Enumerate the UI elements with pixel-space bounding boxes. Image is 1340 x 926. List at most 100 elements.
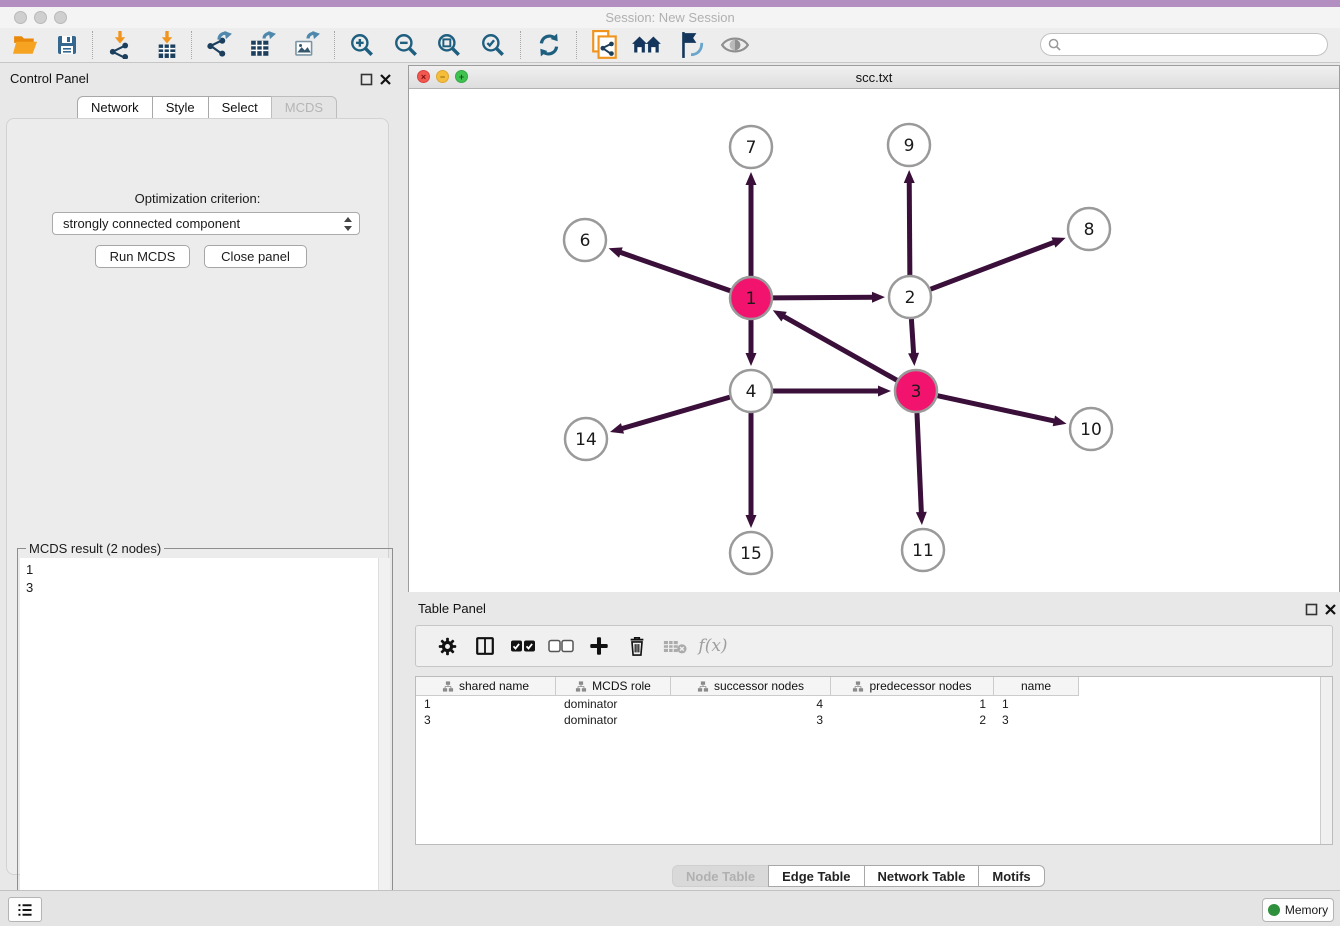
edge-4-14[interactable] <box>620 397 730 429</box>
zoom-out-icon[interactable] <box>387 29 425 61</box>
tab-network-table[interactable]: Network Table <box>864 865 979 887</box>
app-titlebar: Session: New Session <box>0 7 1340 28</box>
cell-predecessor-nodes[interactable]: 2 <box>831 712 994 728</box>
toolbar-separator <box>92 31 93 59</box>
node-table[interactable]: shared name MCDS rolesuccessor nodesprede… <box>415 676 1333 845</box>
clone-network-style-icon[interactable] <box>586 29 624 61</box>
arrowhead-icon <box>610 423 624 434</box>
columns-icon[interactable] <box>466 633 504 659</box>
close-panel-icon[interactable] <box>379 73 392 86</box>
table-tabs: Node TableEdge TableNetwork TableMotifs <box>672 865 1045 887</box>
unselect-all-icon[interactable] <box>542 633 580 659</box>
select-all-icon[interactable] <box>504 633 542 659</box>
edge-3-1[interactable] <box>781 315 896 380</box>
column-header-predecessor-nodes[interactable]: predecessor nodes <box>831 677 994 696</box>
column-header-shared-name[interactable]: shared name <box>416 677 556 696</box>
search-field[interactable] <box>1040 33 1328 56</box>
criterion-dropdown-value: strongly connected component <box>63 216 240 231</box>
node-label-11: 11 <box>912 541 934 561</box>
zoom-in-icon[interactable] <box>343 29 381 61</box>
node-label-6: 6 <box>580 231 591 251</box>
table-row[interactable]: 1dominator411 <box>416 696 1332 712</box>
export-table-icon[interactable] <box>244 29 282 61</box>
column-header-MCDS-role[interactable]: MCDS role <box>556 677 671 696</box>
tab-edge-table[interactable]: Edge Table <box>768 865 863 887</box>
node-label-3: 3 <box>911 382 922 402</box>
open-folder-icon[interactable] <box>6 29 44 61</box>
save-icon[interactable] <box>48 29 86 61</box>
control-panel-tabs: NetworkStyleSelectMCDS <box>77 96 337 119</box>
network-window-titlebar[interactable]: × − + scc.txt <box>409 66 1339 89</box>
edge-1-6[interactable] <box>618 252 730 291</box>
memory-button[interactable]: Memory <box>1262 898 1334 922</box>
cell-shared-name[interactable]: 1 <box>416 696 556 712</box>
cell-MCDS-role[interactable]: dominator <box>556 712 671 728</box>
cell-name[interactable]: 1 <box>994 696 1079 712</box>
toolbar-separator <box>520 31 521 59</box>
zoom-fit-icon[interactable] <box>430 29 468 61</box>
column-header-name[interactable]: name <box>994 677 1079 696</box>
cell-MCDS-role[interactable]: dominator <box>556 696 671 712</box>
edge-2-9[interactable] <box>909 180 910 275</box>
table-header-row: shared name MCDS rolesuccessor nodesprede… <box>416 677 1332 696</box>
add-row-icon[interactable] <box>580 633 618 659</box>
tab-style[interactable]: Style <box>152 96 208 119</box>
tab-mcds[interactable]: MCDS <box>271 96 337 119</box>
export-image-icon[interactable] <box>288 29 326 61</box>
mcds-result-title: MCDS result (2 nodes) <box>26 541 164 556</box>
search-input[interactable] <box>1065 37 1327 53</box>
delete-row-icon[interactable] <box>618 633 656 659</box>
gear-icon[interactable] <box>428 633 466 659</box>
column-label: shared name <box>459 679 529 693</box>
arrowhead-icon <box>878 386 891 397</box>
tree-icon <box>442 681 454 692</box>
tab-node-table[interactable]: Node Table <box>672 865 768 887</box>
task-history-button[interactable] <box>8 897 42 922</box>
edge-3-11[interactable] <box>917 413 921 515</box>
cell-successor-nodes[interactable]: 3 <box>671 712 831 728</box>
close-panel-button[interactable]: Close panel <box>204 245 307 268</box>
cell-predecessor-nodes[interactable]: 1 <box>831 696 994 712</box>
import-network-icon[interactable] <box>101 29 139 61</box>
edge-2-8[interactable] <box>931 241 1057 289</box>
chevron-up-down-icon <box>342 215 354 233</box>
refresh-icon[interactable] <box>530 29 568 61</box>
import-table-icon[interactable] <box>148 29 186 61</box>
edge-3-10[interactable] <box>937 396 1056 422</box>
eye-icon <box>716 29 754 61</box>
arrowhead-icon <box>904 170 915 183</box>
table-scrollbar[interactable] <box>1320 677 1332 844</box>
result-scrollbar[interactable] <box>378 558 390 924</box>
close-panel-icon[interactable] <box>1324 603 1337 616</box>
node-label-10: 10 <box>1080 420 1102 440</box>
list-icon <box>16 901 34 919</box>
cell-shared-name[interactable]: 3 <box>416 712 556 728</box>
run-mcds-button[interactable]: Run MCDS <box>95 245 190 268</box>
main-toolbar <box>0 28 1340 63</box>
flag-swoosh-icon[interactable] <box>672 29 710 61</box>
toolbar-separator <box>334 31 335 59</box>
tree-icon <box>697 681 709 692</box>
criterion-dropdown[interactable]: strongly connected component <box>52 212 360 235</box>
network-canvas[interactable]: 7968124314101511 <box>409 89 1339 592</box>
mcds-result-box: MCDS result (2 nodes) 1 3 <box>17 548 393 926</box>
edge-1-2[interactable] <box>773 297 875 298</box>
float-panel-icon[interactable] <box>1305 603 1318 616</box>
column-header-successor-nodes[interactable]: successor nodes <box>671 677 831 696</box>
tab-select[interactable]: Select <box>208 96 271 119</box>
node-label-15: 15 <box>740 544 762 564</box>
zoom-selected-icon[interactable] <box>474 29 512 61</box>
tab-network[interactable]: Network <box>77 96 152 119</box>
node-label-9: 9 <box>904 136 915 156</box>
float-panel-icon[interactable] <box>360 73 373 86</box>
export-network-icon[interactable] <box>200 29 238 61</box>
table-row[interactable]: 3dominator323 <box>416 712 1332 728</box>
window-top-strip <box>0 0 1340 7</box>
edge-2-3[interactable] <box>911 319 913 356</box>
network-graph[interactable]: 7968124314101511 <box>409 89 1339 592</box>
tab-motifs[interactable]: Motifs <box>978 865 1044 887</box>
cell-successor-nodes[interactable]: 4 <box>671 696 831 712</box>
cell-name[interactable]: 3 <box>994 712 1079 728</box>
houses-icon[interactable] <box>628 29 666 61</box>
mcds-result-area[interactable]: 1 3 <box>20 558 390 924</box>
